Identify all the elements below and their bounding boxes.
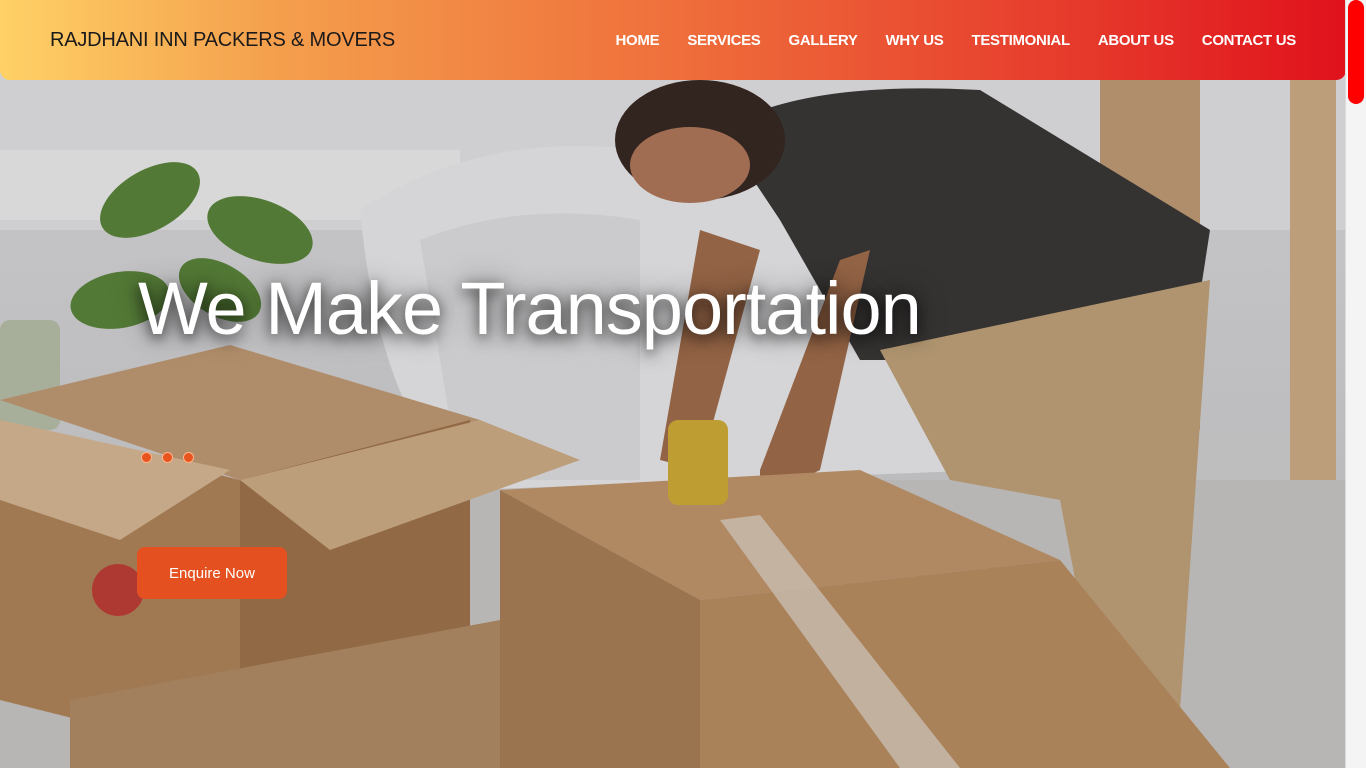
main-nav: HOME SERVICES GALLERY WHY US TESTIMONIAL… <box>616 32 1297 49</box>
site-header: RAJDHANI INN PACKERS & MOVERS HOME SERVI… <box>0 0 1346 80</box>
nav-about-us[interactable]: ABOUT US <box>1098 32 1174 49</box>
brand-logo-text[interactable]: RAJDHANI INN PACKERS & MOVERS <box>50 29 395 52</box>
nav-gallery[interactable]: GALLERY <box>789 32 858 49</box>
enquire-now-button[interactable]: Enquire Now <box>137 547 287 599</box>
nav-testimonial[interactable]: TESTIMONIAL <box>971 32 1070 49</box>
carousel-dot-3[interactable] <box>183 452 194 463</box>
nav-contact-us[interactable]: CONTACT US <box>1202 32 1297 49</box>
nav-services[interactable]: SERVICES <box>687 32 760 49</box>
carousel-indicators <box>141 452 194 463</box>
hero-headline: We Make Transportation <box>138 267 922 350</box>
nav-why-us[interactable]: WHY US <box>886 32 944 49</box>
nav-home[interactable]: HOME <box>616 32 660 49</box>
scrollbar-thumb[interactable] <box>1348 0 1364 104</box>
carousel-dot-1[interactable] <box>141 452 152 463</box>
hero-overlay <box>0 0 1346 768</box>
carousel-dot-2[interactable] <box>162 452 173 463</box>
page-scrollbar[interactable] <box>1345 0 1366 768</box>
hero-section <box>0 0 1346 768</box>
